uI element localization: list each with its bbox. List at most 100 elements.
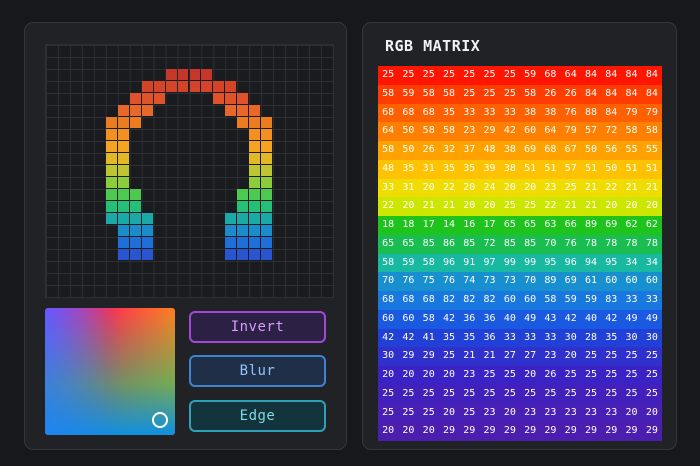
matrix-cell: 33 — [503, 331, 516, 343]
pixel-cell — [129, 93, 141, 104]
matrix-cell: 23 — [463, 125, 476, 137]
matrix-cell: 20 — [422, 181, 435, 193]
matrix-cell: 24 — [483, 181, 496, 193]
matrix-cell: 85 — [463, 237, 476, 249]
matrix-cell: 20 — [605, 200, 618, 212]
matrix-cell: 21 — [463, 350, 476, 362]
matrix-row: 58 59 58 58 25 25 25 58 26 26 84 84 84 84 — [378, 84, 662, 104]
matrix-cell: 79 — [645, 106, 658, 118]
matrix-cell: 64 — [564, 69, 577, 80]
pixel-cell — [225, 249, 237, 260]
matrix-cell: 25 — [463, 387, 476, 399]
pixel-cell — [249, 201, 261, 212]
matrix-cell: 84 — [605, 106, 618, 118]
matrix-row: 25 25 25 20 25 23 20 23 23 23 23 23 20 20 — [378, 403, 662, 423]
matrix-cell: 20 — [503, 406, 516, 418]
matrix-cell: 23 — [544, 181, 557, 193]
pixel-cell — [129, 213, 141, 224]
matrix-cell: 20 — [645, 406, 658, 418]
matrix-cell: 51 — [645, 162, 658, 174]
matrix-cell: 20 — [402, 425, 415, 437]
matrix-cell: 88 — [584, 106, 597, 118]
matrix-cell: 25 — [564, 387, 577, 399]
pixel-cell — [105, 141, 117, 152]
matrix-cell: 30 — [382, 350, 395, 362]
matrix-cell: 82 — [463, 294, 476, 305]
matrix-cell: 25 — [463, 406, 476, 418]
matrix-cell: 58 — [524, 87, 537, 99]
matrix-cell: 85 — [524, 237, 537, 249]
matrix-cell: 49 — [524, 312, 537, 324]
matrix-cell: 25 — [605, 369, 618, 380]
matrix-cell: 32 — [442, 144, 455, 155]
pixel-cell — [249, 189, 261, 200]
matrix-cell: 68 — [402, 294, 415, 305]
matrix-cell: 25 — [645, 387, 658, 399]
matrix-cell: 25 — [625, 369, 638, 380]
matrix-row: 65 65 85 86 85 72 85 85 70 76 78 78 78 78 — [378, 234, 662, 254]
matrix-cell: 20 — [625, 200, 638, 212]
matrix-cell: 27 — [524, 350, 537, 362]
matrix-cell: 69 — [524, 144, 537, 155]
matrix-cell: 25 — [483, 369, 496, 380]
matrix-cell: 26 — [544, 369, 557, 380]
pixel-cell — [225, 213, 237, 224]
pixel-cell — [141, 105, 153, 116]
matrix-cell: 51 — [544, 162, 557, 174]
matrix-row: 20 20 20 29 29 29 29 29 29 29 29 29 29 29 — [378, 422, 662, 441]
pixel-canvas[interactable] — [45, 44, 334, 298]
matrix-cell: 30 — [625, 331, 638, 343]
color-picker-handle[interactable] — [152, 412, 168, 428]
matrix-cell: 36 — [463, 312, 476, 324]
matrix-cell: 25 — [605, 350, 618, 362]
matrix-cell: 68 — [422, 294, 435, 305]
pixel-cell — [261, 129, 273, 140]
matrix-cell: 83 — [605, 294, 618, 305]
pixel-cell — [105, 177, 117, 188]
matrix-cell: 23 — [544, 406, 557, 418]
color-picker[interactable] — [45, 308, 175, 435]
blur-button[interactable]: Blur — [189, 355, 326, 387]
matrix-cell: 25 — [422, 69, 435, 80]
pixel-cell — [129, 237, 141, 248]
matrix-cell: 20 — [645, 200, 658, 212]
edge-button[interactable]: Edge — [189, 400, 326, 432]
matrix-cell: 58 — [382, 87, 395, 99]
invert-button[interactable]: Invert — [189, 311, 326, 343]
pixel-cell — [177, 81, 189, 92]
matrix-cell: 65 — [524, 219, 537, 230]
matrix-cell: 21 — [483, 350, 496, 362]
matrix-cell: 68 — [382, 106, 395, 118]
matrix-cell: 27 — [503, 350, 516, 362]
matrix-cell: 25 — [645, 350, 658, 362]
matrix-cell: 56 — [605, 144, 618, 155]
matrix-cell: 29 — [524, 425, 537, 437]
matrix-row: 58 50 26 32 37 48 38 69 68 67 50 56 55 55 — [378, 141, 662, 160]
matrix-cell: 96 — [564, 256, 577, 268]
matrix-cell: 20 — [422, 425, 435, 437]
matrix-cell: 25 — [463, 69, 476, 80]
matrix-cell: 23 — [463, 369, 476, 380]
matrix-cell: 25 — [503, 387, 516, 399]
matrix-cell: 22 — [544, 200, 557, 212]
pixel-cell — [105, 189, 117, 200]
matrix-cell: 38 — [524, 106, 537, 118]
matrix-cell: 68 — [544, 69, 557, 80]
matrix-cell: 35 — [442, 331, 455, 343]
pixel-cell — [117, 189, 129, 200]
pixel-cell — [105, 201, 117, 212]
matrix-cell: 25 — [442, 387, 455, 399]
matrix-cell: 22 — [605, 181, 618, 193]
matrix-cell: 48 — [382, 162, 395, 174]
pixel-cell — [261, 249, 273, 260]
pixel-cell — [225, 93, 237, 104]
matrix-cell: 50 — [402, 125, 415, 137]
matrix-cell: 20 — [402, 369, 415, 380]
matrix-cell: 42 — [402, 331, 415, 343]
matrix-cell: 84 — [625, 87, 638, 99]
matrix-cell: 20 — [402, 200, 415, 212]
matrix-cell: 33 — [625, 294, 638, 305]
pixel-cell — [117, 153, 129, 164]
pixel-cell — [249, 249, 261, 260]
matrix-cell: 42 — [503, 125, 516, 137]
